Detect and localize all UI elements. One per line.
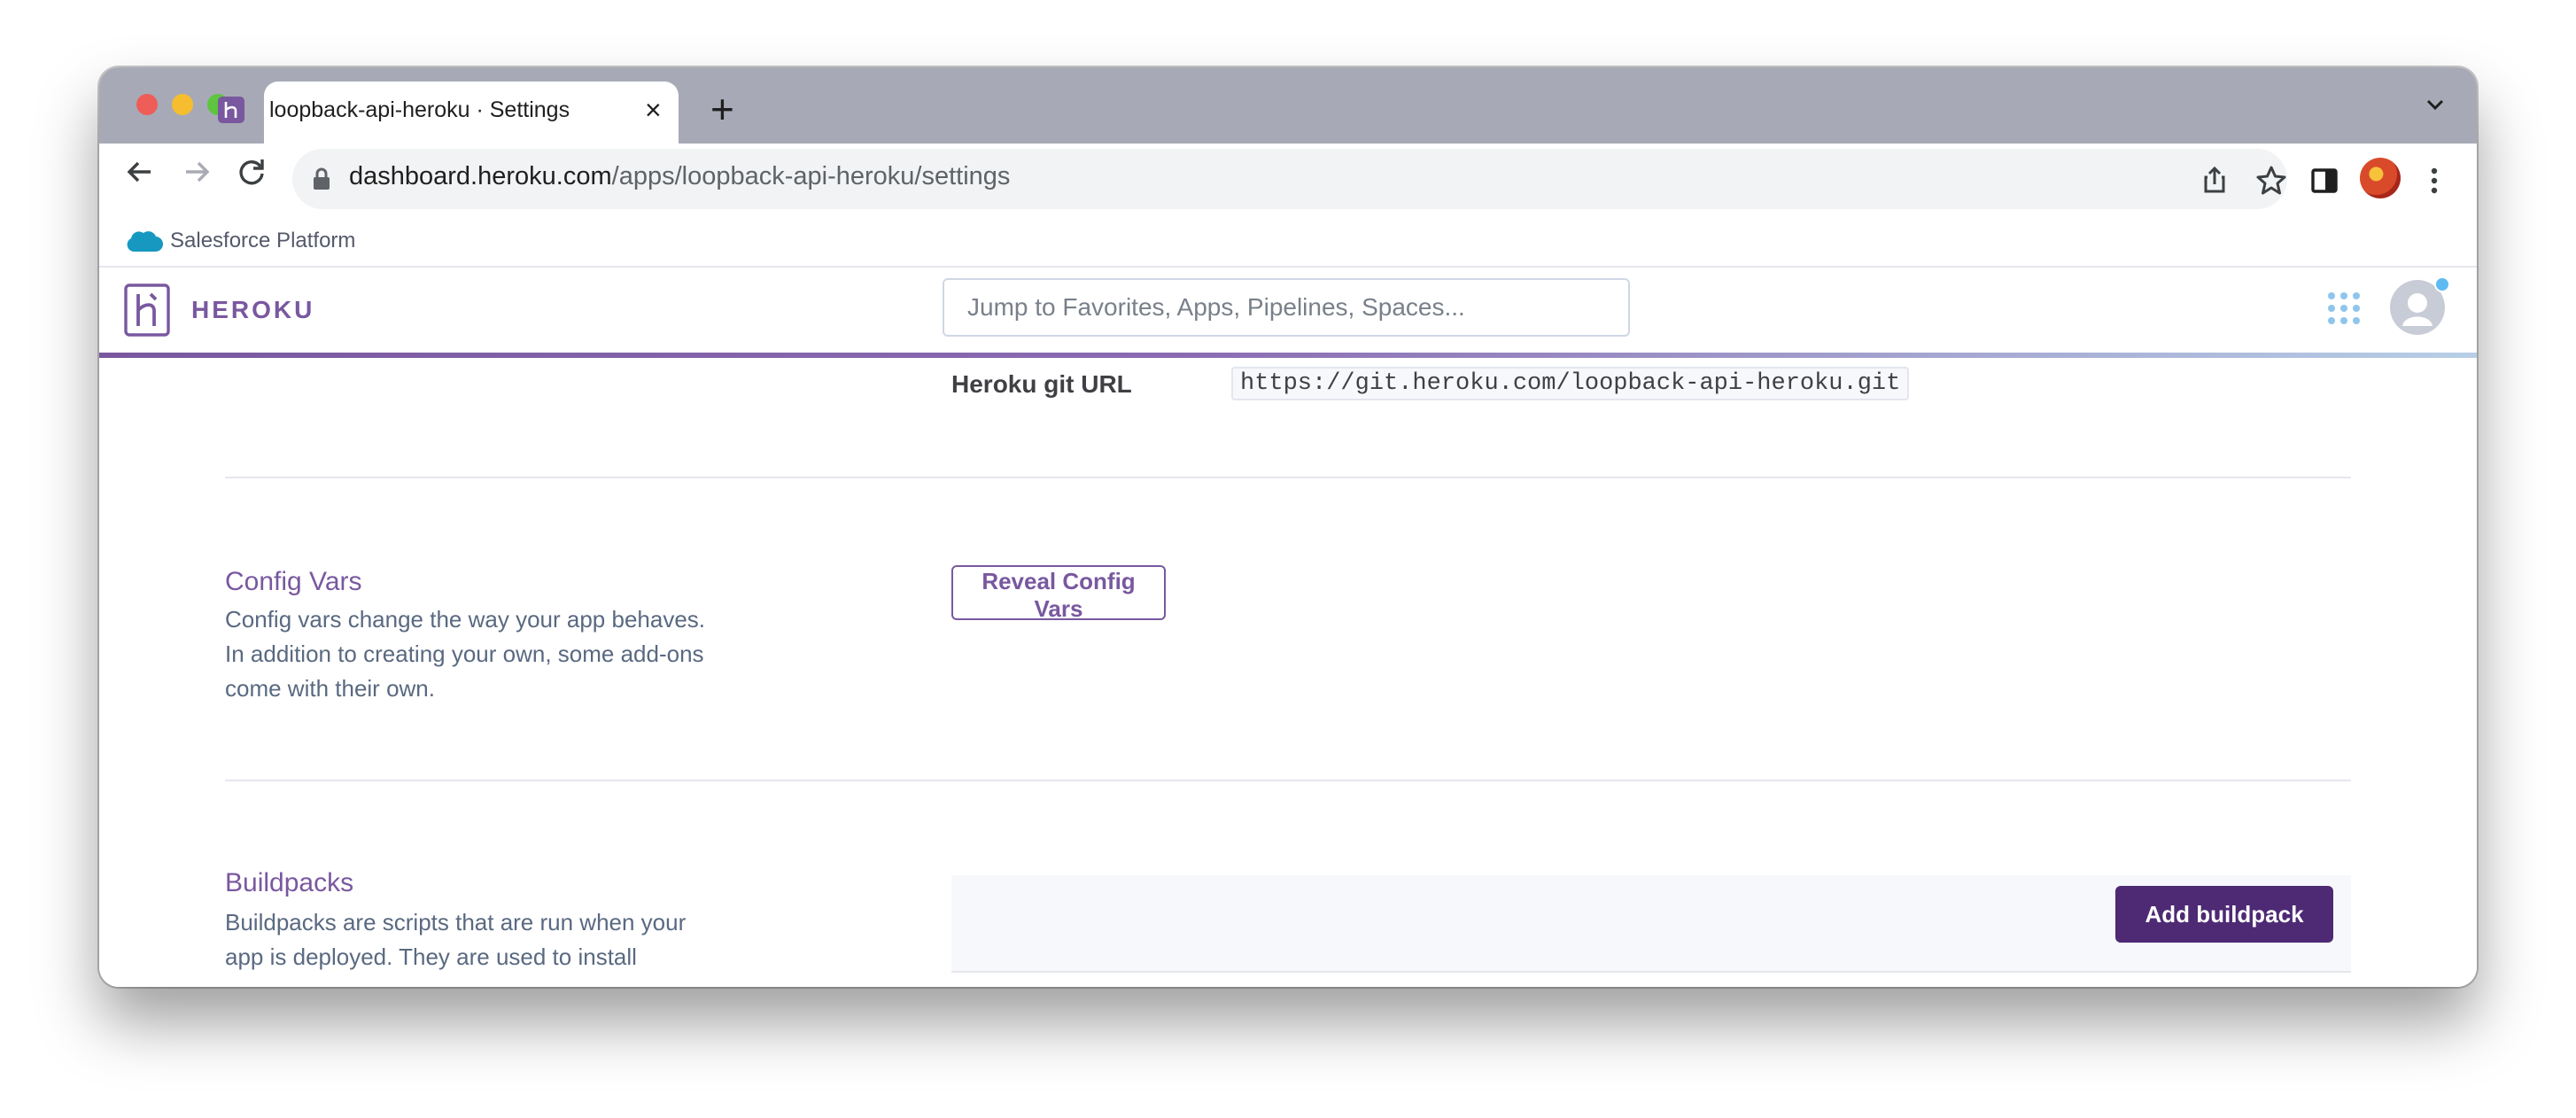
url-text[interactable]: dashboard.heroku.com/apps/loopback-api-h…	[349, 162, 1010, 191]
chrome-profile-avatar[interactable]	[2360, 158, 2401, 198]
git-url-value[interactable]: https://git.heroku.com/loopback-api-hero…	[1231, 367, 1910, 400]
bookmark-star-icon[interactable]	[2252, 161, 2291, 200]
salesforce-cloud-icon	[127, 231, 163, 252]
buildpacks-title: Buildpacks	[225, 868, 354, 897]
heroku-favicon-icon	[218, 97, 244, 123]
tab-strip: loopback-api-heroku · Settings × +	[99, 67, 2477, 144]
heroku-header: HEROKU	[99, 268, 2477, 356]
config-vars-description: Config vars change the way your app beha…	[225, 606, 706, 702]
url-path: /apps/loopback-api-heroku/settings	[611, 162, 1011, 190]
section-divider	[225, 780, 2351, 781]
url-domain: dashboard.heroku.com	[349, 162, 612, 190]
tab-close-icon[interactable]: ×	[645, 92, 662, 128]
reload-icon[interactable]	[232, 152, 271, 191]
heroku-brand-label[interactable]: HEROKU	[191, 296, 314, 324]
forward-arrow-icon[interactable]	[177, 152, 216, 191]
add-buildpack-button[interactable]: Add buildpack	[2115, 886, 2333, 943]
config-vars-title: Config Vars	[225, 567, 362, 596]
apps-grid-icon[interactable]	[2324, 289, 2363, 328]
buildpacks-description: Buildpacks are scripts that are run when…	[225, 909, 687, 970]
heroku-logo-icon[interactable]	[124, 283, 170, 337]
section-divider	[225, 477, 2351, 478]
chevron-down-icon[interactable]	[2420, 94, 2450, 115]
tab-title: loopback-api-heroku · Settings	[269, 97, 570, 122]
back-arrow-icon[interactable]	[120, 152, 159, 191]
reveal-config-vars-button[interactable]: Reveal Config Vars	[951, 565, 1166, 622]
close-window-button[interactable]	[136, 94, 158, 115]
salesforce-platform-label: Salesforce Platform	[170, 229, 356, 252]
jump-to-search-input[interactable]	[943, 278, 1630, 337]
browser-window: loopback-api-heroku · Settings × + dashb…	[99, 67, 2477, 987]
more-options-icon[interactable]	[2415, 161, 2454, 200]
notification-dot	[2434, 276, 2450, 292]
salesforce-bar: Salesforce Platform	[99, 218, 2477, 268]
settings-content: Heroku git URL https://git.heroku.com/lo…	[99, 358, 2477, 987]
lock-icon[interactable]	[312, 167, 331, 191]
share-icon[interactable]	[2195, 161, 2234, 200]
side-panel-icon[interactable]	[2305, 161, 2344, 200]
minimize-window-button[interactable]	[172, 94, 193, 115]
new-tab-plus-icon[interactable]: +	[710, 87, 734, 131]
git-url-label: Heroku git URL	[951, 370, 1132, 398]
